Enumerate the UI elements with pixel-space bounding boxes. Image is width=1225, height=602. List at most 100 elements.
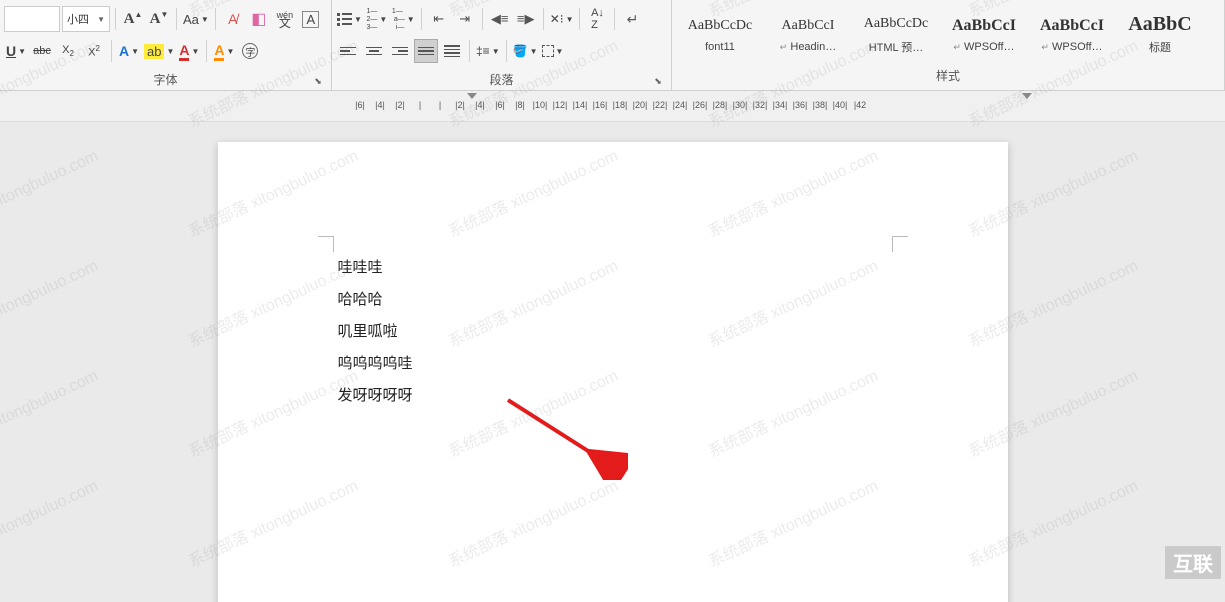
first-line-indent-marker[interactable] — [467, 93, 477, 99]
highlight-button[interactable]: ab▼ — [143, 39, 175, 63]
separator — [579, 8, 580, 30]
bullets-icon — [337, 13, 352, 26]
ruler-tick: |6| — [350, 100, 370, 110]
style-item-wps1[interactable]: AaBbCcI↵ WPSOff… — [940, 5, 1028, 61]
align-left-button[interactable] — [336, 39, 360, 63]
ruler-tick: |26| — [690, 100, 710, 110]
ruler-tick: |30| — [730, 100, 750, 110]
align-left-icon — [340, 47, 356, 56]
char-shading-button[interactable]: A▼ — [212, 39, 236, 63]
underline-button[interactable]: U▼ — [4, 39, 28, 63]
ruler-tick: |36| — [790, 100, 810, 110]
doc-line[interactable]: 呜呜呜呜哇 — [338, 348, 888, 380]
align-right-icon — [392, 47, 408, 56]
style-item-title[interactable]: AaBbC标题 — [1116, 5, 1204, 61]
ruler-tick: |32| — [750, 100, 770, 110]
style-item-font11[interactable]: AaBbCcDcfont11 — [676, 5, 764, 61]
doc-line[interactable]: 哇哇哇 — [338, 252, 888, 284]
corner-brand: 互联 — [1165, 546, 1221, 579]
paragraph-group-label: 段落 ⬊ — [336, 67, 667, 90]
ruler-tick: |14| — [570, 100, 590, 110]
superscript-button[interactable]: X2 — [82, 39, 106, 63]
ruler-tick: | — [430, 100, 450, 110]
separator — [421, 8, 422, 30]
document-area: 哇哇哇哈哈哈叽里呱啦呜呜呜呜哇发呀呀呀呀 — [0, 122, 1225, 602]
chevron-down-icon: ▼ — [97, 15, 105, 24]
subscript-button[interactable]: X2 — [56, 39, 80, 63]
asian-layout-button[interactable]: ✕⁝▼ — [549, 7, 575, 31]
ruler-tick: |22| — [650, 100, 670, 110]
show-marks-button[interactable]: ↵ — [620, 7, 644, 31]
font-dialog-launcher[interactable]: ⬊ — [311, 74, 325, 88]
style-item-html[interactable]: AaBbCcDcHTML 预… — [852, 5, 940, 61]
ruler-tick: |16| — [590, 100, 610, 110]
margin-corner-tl — [318, 236, 334, 252]
align-right-button[interactable] — [388, 39, 412, 63]
eraser-button[interactable]: ◧ — [247, 7, 271, 31]
multilevel-list-button[interactable]: 1— a— i— ▼ — [391, 7, 416, 31]
sort-button[interactable]: A↓Z — [585, 7, 609, 31]
page[interactable]: 哇哇哇哈哈哈叽里呱啦呜呜呜呜哇发呀呀呀呀 — [218, 142, 1008, 602]
align-justify-icon — [418, 47, 434, 56]
doc-line[interactable]: 发呀呀呀呀 — [338, 380, 888, 412]
paint-bucket-icon: 🪣 — [513, 44, 528, 58]
style-item-wps2[interactable]: AaBbCcI↵ WPSOff… — [1028, 5, 1116, 61]
change-case-button[interactable]: Aa▼ — [182, 7, 210, 31]
ruler-tick: |38| — [810, 100, 830, 110]
font-name-input[interactable] — [4, 6, 60, 32]
doc-line[interactable]: 哈哈哈 — [338, 284, 888, 316]
align-center-button[interactable] — [362, 39, 386, 63]
numbering-button[interactable]: 1—2—3— ▼ — [365, 7, 389, 31]
font-group: 小四▼ A▲ A▼ Aa▼ A̸ ◧ wén文 A U▼ abc X2 X2 A… — [0, 0, 332, 90]
ruler-tick: |6| — [490, 100, 510, 110]
ruler-tick: |4| — [370, 100, 390, 110]
ribbon: 小四▼ A▲ A▼ Aa▼ A̸ ◧ wén文 A U▼ abc X2 X2 A… — [0, 0, 1225, 91]
separator — [176, 8, 177, 30]
char-border-button[interactable]: A — [299, 7, 323, 31]
phonetic-guide-button[interactable]: wén文 — [273, 7, 297, 31]
ruler-tick: |12| — [550, 100, 570, 110]
font-size-select[interactable]: 小四▼ — [62, 6, 110, 32]
align-distribute-button[interactable] — [440, 39, 464, 63]
paragraph-dialog-launcher[interactable]: ⬊ — [651, 74, 665, 88]
indent-left-button[interactable]: ◀≡ — [488, 7, 512, 31]
horizontal-ruler[interactable]: |6||4||2||||2||4||6||8||10||12||14||16||… — [350, 95, 1225, 115]
enclose-chars-button[interactable]: 字 — [238, 39, 262, 63]
align-justify-button[interactable] — [414, 39, 438, 63]
separator — [506, 40, 507, 62]
numbering-icon: 1—2—3— — [367, 8, 378, 31]
ruler-tick: |8| — [510, 100, 530, 110]
font-color-button[interactable]: A▼ — [177, 39, 201, 63]
ruler-tick: |42 — [850, 100, 870, 110]
eraser-icon: ◧ — [251, 9, 266, 29]
right-indent-marker[interactable] — [1022, 93, 1032, 99]
indent-right-button[interactable]: ≡▶ — [514, 7, 538, 31]
text-effects-button[interactable]: A▼ — [117, 39, 141, 63]
ruler-tick: |20| — [630, 100, 650, 110]
doc-line[interactable]: 叽里呱啦 — [338, 316, 888, 348]
ruler-tick: |34| — [770, 100, 790, 110]
indent-icon: ⇥ — [459, 11, 470, 27]
multilevel-icon: 1— a— i— — [392, 8, 405, 31]
increase-indent-button[interactable]: ⇥ — [453, 7, 477, 31]
bullets-button[interactable]: ▼ — [336, 7, 363, 31]
outdent-icon: ⇤ — [433, 11, 444, 27]
paragraph-group: ▼ 1—2—3— ▼ 1— a— i— ▼ ⇤ ⇥ ◀≡ ≡▶ ✕⁝▼ — [332, 0, 672, 90]
borders-button[interactable]: ▼ — [540, 39, 564, 63]
styles-gallery[interactable]: AaBbCcDcfont11 AaBbCcI↵ Headin… AaBbCcDc… — [676, 3, 1220, 63]
clear-formatting-button[interactable]: A̸ — [221, 7, 245, 31]
shrink-font-button[interactable]: A▼ — [147, 7, 171, 31]
ruler-tick: |28| — [710, 100, 730, 110]
separator — [111, 40, 112, 62]
shading-button[interactable]: 🪣▼ — [512, 39, 539, 63]
style-item-heading[interactable]: AaBbCcI↵ Headin… — [764, 5, 852, 61]
styles-group: AaBbCcDcfont11 AaBbCcI↵ Headin… AaBbCcDc… — [672, 0, 1225, 90]
grow-font-button[interactable]: A▲ — [121, 7, 145, 31]
line-spacing-button[interactable]: ‡≡▼ — [475, 39, 501, 63]
separator — [614, 8, 615, 30]
ruler-tick: |2| — [390, 100, 410, 110]
decrease-indent-button[interactable]: ⇤ — [427, 7, 451, 31]
ruler-tick: |18| — [610, 100, 630, 110]
strikethrough-button[interactable]: abc — [30, 39, 54, 63]
document-body[interactable]: 哇哇哇哈哈哈叽里呱啦呜呜呜呜哇发呀呀呀呀 — [338, 252, 888, 412]
